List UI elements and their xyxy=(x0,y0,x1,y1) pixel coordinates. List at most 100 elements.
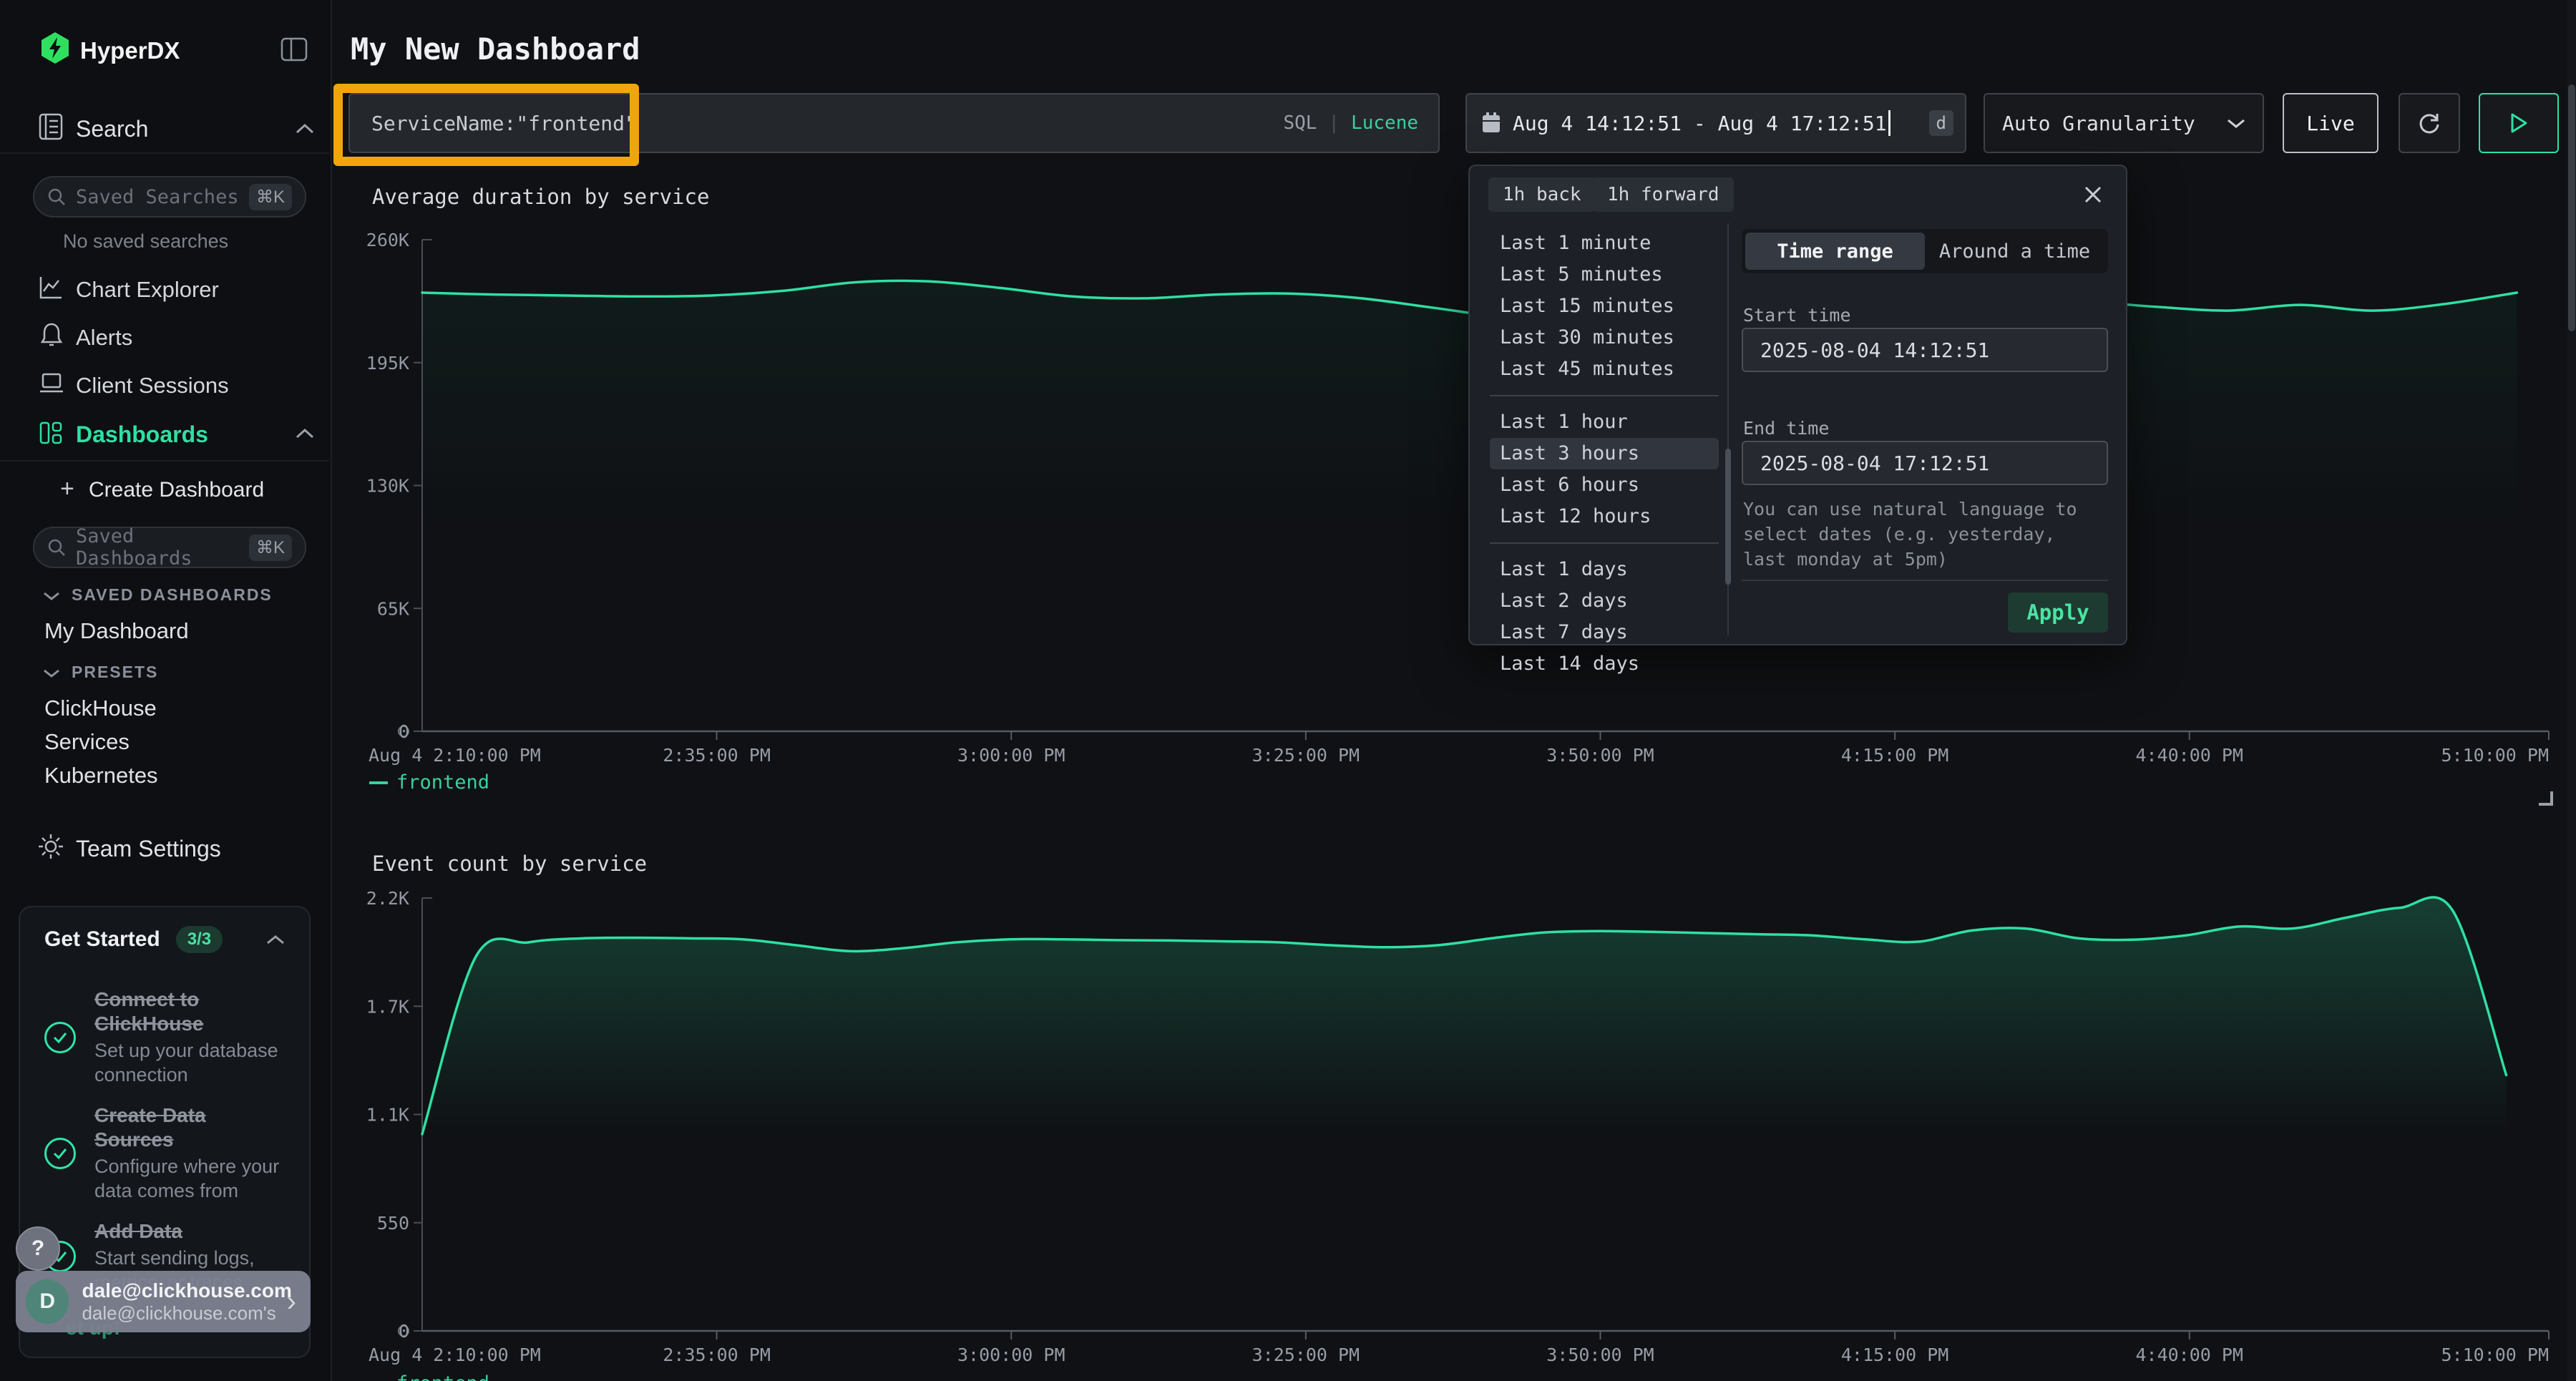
svg-text:5:10:00 PM: 5:10:00 PM xyxy=(2441,745,2549,766)
sql-toggle[interactable]: SQL xyxy=(1283,112,1317,134)
saved-searches-placeholder: Saved Searches xyxy=(76,186,249,208)
chart-legend[interactable]: frontend xyxy=(369,771,489,794)
quick-range-last-7-days[interactable]: Last 7 days xyxy=(1490,617,1719,648)
close-icon[interactable] xyxy=(2079,180,2107,209)
start-time-label: Start time xyxy=(1743,305,1851,326)
quick-range-last-2-days[interactable]: Last 2 days xyxy=(1490,585,1719,617)
time-picker-panel: 1h back 1h forward Last 1 minuteLast 5 m… xyxy=(1468,165,2127,645)
saved-searches-input[interactable]: Saved Searches ⌘K xyxy=(33,176,306,218)
lucene-toggle[interactable]: Lucene xyxy=(1351,112,1418,134)
quick-range-last-1-days[interactable]: Last 1 days xyxy=(1490,554,1719,585)
check-circle-icon xyxy=(44,1022,76,1053)
user-email: dale@clickhouse.com xyxy=(82,1279,286,1302)
quick-range-last-12-hours[interactable]: Last 12 hours xyxy=(1490,501,1719,532)
shift-back-button[interactable]: 1h back xyxy=(1488,177,1596,212)
chevron-up-icon[interactable] xyxy=(266,935,285,945)
chevron-down-icon[interactable] xyxy=(43,591,60,601)
annotation-highlight-box xyxy=(333,84,639,166)
svg-text:3:25:00 PM: 3:25:00 PM xyxy=(1252,745,1360,766)
user-subtitle: dale@clickhouse.com's xyxy=(82,1302,286,1324)
get-started-item[interactable]: Create Data Sources Configure where your… xyxy=(20,1103,309,1204)
chevron-down-icon[interactable] xyxy=(43,668,60,678)
quick-range-last-1-minute[interactable]: Last 1 minute xyxy=(1490,228,1719,259)
section-presets[interactable]: PRESETS xyxy=(72,663,158,682)
chart-title: Average duration by service xyxy=(372,185,709,209)
quick-range-last-1-hour[interactable]: Last 1 hour xyxy=(1490,406,1719,438)
quick-range-last-30-minutes[interactable]: Last 30 minutes xyxy=(1490,322,1719,353)
natural-language-hint: You can use natural language to select d… xyxy=(1743,497,2108,572)
sidebar-item-clickhouse[interactable]: ClickHouse xyxy=(44,696,157,721)
sidebar-item-client-sessions[interactable]: Client Sessions xyxy=(76,373,229,399)
sidebar-item-alerts[interactable]: Alerts xyxy=(76,325,132,351)
run-query-button[interactable] xyxy=(2479,93,2559,153)
granularity-select[interactable]: Auto Granularity xyxy=(1984,93,2264,153)
app-window: HyperDX Search Saved Searches ⌘K No save… xyxy=(0,0,2576,1381)
divider xyxy=(0,460,329,462)
sidebar-item-team-settings[interactable]: Team Settings xyxy=(76,836,221,862)
start-time-input[interactable] xyxy=(1742,328,2108,372)
quick-range-last-5-minutes[interactable]: Last 5 minutes xyxy=(1490,259,1719,291)
chevron-up-icon[interactable] xyxy=(295,428,315,439)
sidebar-item-my-dashboard[interactable]: My Dashboard xyxy=(44,618,189,644)
app-name: HyperDX xyxy=(80,37,180,64)
time-range-input[interactable]: Aug 4 14:12:51 - Aug 4 17:12:51 d xyxy=(1465,93,1966,153)
end-time-input[interactable] xyxy=(1742,441,2108,485)
get-started-item-title: Connect to ClickHouse xyxy=(94,988,204,1035)
create-dashboard-button[interactable]: Create Dashboard xyxy=(89,478,264,502)
collapse-sidebar-icon[interactable] xyxy=(280,37,308,62)
sidebar-item-chart-explorer[interactable]: Chart Explorer xyxy=(76,277,219,303)
chart-legend[interactable]: frontend xyxy=(369,1372,489,1381)
tab-time-range[interactable]: Time range xyxy=(1745,233,1925,270)
refresh-icon xyxy=(2416,110,2442,136)
shortcut-badge: ⌘K xyxy=(249,184,292,210)
quick-range-last-45-minutes[interactable]: Last 45 minutes xyxy=(1490,353,1719,385)
laptop-icon xyxy=(39,372,64,395)
svg-text:4:15:00 PM: 4:15:00 PM xyxy=(1841,1345,1949,1365)
chevron-down-icon xyxy=(2227,118,2245,129)
svg-text:3:00:00 PM: 3:00:00 PM xyxy=(957,745,1065,766)
search-icon xyxy=(47,538,66,557)
sidebar-item-services[interactable]: Services xyxy=(44,729,130,755)
live-label: Live xyxy=(2306,112,2354,135)
get-started-item-title: Create Data Sources xyxy=(94,1104,206,1151)
saved-dashboards-input[interactable]: Saved Dashboards ⌘K xyxy=(33,527,306,568)
apply-button[interactable]: Apply xyxy=(2008,592,2108,633)
divider xyxy=(1490,542,1719,544)
shift-forward-button[interactable]: 1h forward xyxy=(1593,177,1734,212)
time-kbd-badge: d xyxy=(1929,110,1953,136)
quick-range-last-3-hours[interactable]: Last 3 hours xyxy=(1490,438,1719,469)
hyperdx-logo-icon xyxy=(40,31,70,64)
legend-label: frontend xyxy=(396,1372,489,1381)
svg-text:4:40:00 PM: 4:40:00 PM xyxy=(2135,1345,2243,1365)
resize-handle[interactable] xyxy=(2539,791,2553,806)
chevron-up-icon[interactable] xyxy=(295,123,315,135)
section-saved-dashboards[interactable]: SAVED DASHBOARDS xyxy=(72,585,273,605)
granularity-value: Auto Granularity xyxy=(2002,112,2195,135)
live-button[interactable]: Live xyxy=(2283,93,2379,153)
scrollbar-thumb[interactable] xyxy=(1725,449,1731,585)
divider xyxy=(0,152,329,154)
svg-text:1.1K: 1.1K xyxy=(366,1105,409,1126)
quick-range-list: Last 1 minuteLast 5 minutesLast 15 minut… xyxy=(1490,228,1719,680)
shortcut-badge: ⌘K xyxy=(249,535,292,561)
plus-icon: + xyxy=(60,475,74,503)
tab-around-a-time[interactable]: Around a time xyxy=(1925,233,2104,270)
sidebar: HyperDX Search Saved Searches ⌘K No save… xyxy=(0,0,332,1381)
get-started-item-desc: Set up your database connection xyxy=(94,1039,285,1088)
svg-text:195K: 195K xyxy=(366,353,409,374)
page-scrollbar-thumb[interactable] xyxy=(2568,84,2575,331)
quick-range-last-6-hours[interactable]: Last 6 hours xyxy=(1490,469,1719,501)
svg-text:3:50:00 PM: 3:50:00 PM xyxy=(1546,745,1654,766)
sidebar-item-search[interactable]: Search xyxy=(76,116,148,142)
refresh-button[interactable] xyxy=(2399,93,2460,153)
get-started-progress-badge: 3/3 xyxy=(176,926,223,953)
help-button[interactable]: ? xyxy=(16,1226,60,1271)
quick-range-last-15-minutes[interactable]: Last 15 minutes xyxy=(1490,291,1719,322)
sidebar-item-kubernetes[interactable]: Kubernetes xyxy=(44,763,158,789)
get-started-item[interactable]: Connect to ClickHouse Set up your databa… xyxy=(20,987,309,1088)
user-menu[interactable]: D dale@clickhouse.com dale@clickhouse.co… xyxy=(16,1271,311,1332)
sidebar-item-dashboards[interactable]: Dashboards xyxy=(76,421,208,448)
quick-range-last-14-days[interactable]: Last 14 days xyxy=(1490,648,1719,680)
get-started-item-title: Add Data xyxy=(94,1220,182,1242)
legend-swatch xyxy=(369,781,388,784)
